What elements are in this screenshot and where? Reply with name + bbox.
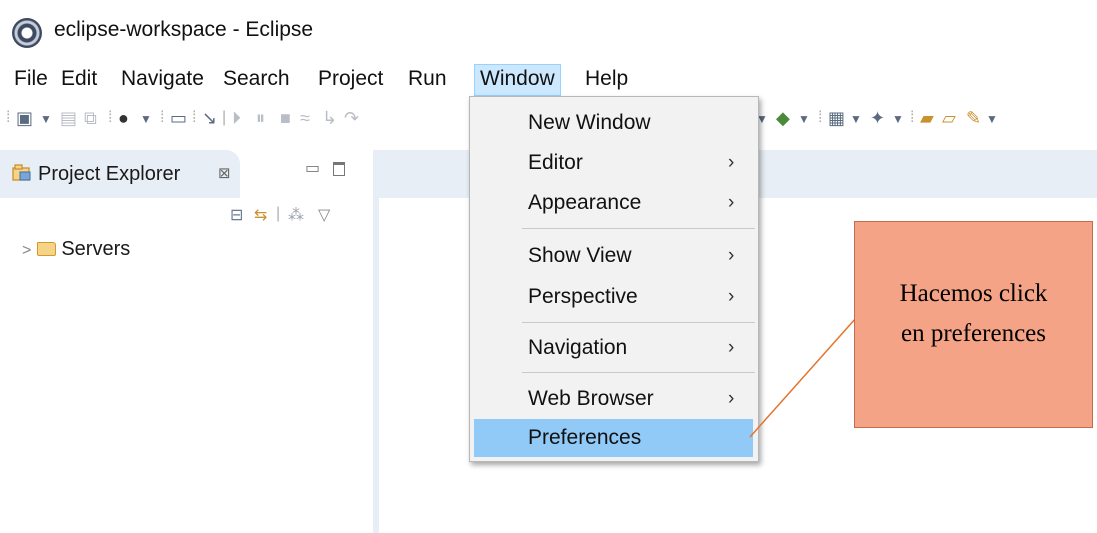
title-bar: eclipse-workspace - Eclipse <box>0 0 1097 62</box>
toolbar-separator: | <box>222 109 227 126</box>
debug-icon[interactable]: ◆ <box>776 108 790 129</box>
menu-navigate[interactable]: Navigate <box>116 64 209 94</box>
step-into-icon[interactable]: ↳ <box>322 108 337 129</box>
menu-item-appearance[interactable]: Appearance › <box>470 184 758 222</box>
folder-icon <box>37 241 57 256</box>
save-icon[interactable]: ▤ <box>60 108 77 129</box>
project-explorer-header: Project Explorer ⊠ ▭ <box>0 150 373 198</box>
callout-line-1: Hacemos click <box>899 280 1048 307</box>
chevron-right-icon: › <box>728 388 735 409</box>
menu-help[interactable]: Help <box>580 64 633 94</box>
chevron-right-icon: › <box>728 286 735 307</box>
maximize-icon[interactable] <box>333 162 345 176</box>
menu-project[interactable]: Project <box>313 64 388 94</box>
terminate-icon[interactable]: ■ <box>280 108 291 129</box>
save-all-icon[interactable]: ⧉ <box>84 108 97 129</box>
suspend-icon[interactable]: ⏸ <box>256 108 265 129</box>
menu-item-show-view[interactable]: Show View › <box>470 237 758 275</box>
menu-separator <box>522 228 755 229</box>
toolbar-separator: ⁞ <box>6 109 11 126</box>
menu-file[interactable]: File <box>9 64 53 94</box>
open-folder-icon[interactable]: ▰ <box>920 108 934 129</box>
breakpoint-icon[interactable]: ↘ <box>202 108 217 129</box>
new-server-icon[interactable]: ▦ <box>828 108 845 129</box>
menu-window[interactable]: Window <box>474 64 561 96</box>
eclipse-logo-icon <box>12 18 42 48</box>
pane-divider[interactable] <box>373 150 379 533</box>
chevron-right-icon: › <box>728 192 735 213</box>
chevron-right-icon[interactable]: > <box>22 242 31 259</box>
collapse-all-icon[interactable]: ⊟ <box>230 205 243 225</box>
annotation-callout: Hacemos click en preferences <box>854 221 1093 428</box>
callout-line-2: en preferences <box>900 320 1047 347</box>
menu-run[interactable]: Run <box>403 64 452 94</box>
view-menu-icon[interactable]: ▽ <box>318 205 330 225</box>
menu-item-perspective[interactable]: Perspective › <box>470 278 758 316</box>
console-icon[interactable]: ▭ <box>170 108 187 129</box>
chevron-right-icon: › <box>728 245 735 266</box>
tree-item-label: Servers <box>61 238 131 260</box>
toolbar-separator: ⁞ <box>818 109 823 126</box>
chevron-right-icon: › <box>728 337 735 358</box>
menu-bar: File Edit Navigate Search Project Run Wi… <box>0 62 1097 96</box>
toolbar-separator: ⁞ <box>192 109 197 126</box>
callout-text: Hacemos click en preferences <box>855 274 1092 354</box>
toolbar-separator: ⁞ <box>910 109 915 126</box>
project-explorer-icon <box>12 164 31 181</box>
step-over-icon[interactable]: ↷ <box>344 108 359 129</box>
new-project-icon[interactable]: ✦ <box>870 108 885 129</box>
menu-item-navigation[interactable]: Navigation › <box>470 329 758 367</box>
resume-icon[interactable]: ⏵ <box>232 108 241 129</box>
menu-separator <box>522 372 755 373</box>
pin-icon[interactable]: ✎ <box>966 108 981 129</box>
run-dropdown-icon[interactable]: ▼ <box>140 112 152 126</box>
tab-project-explorer[interactable]: Project Explorer ⊠ <box>0 150 240 198</box>
window-menu-dropdown: New Window Editor › Appearance › Show Vi… <box>469 96 759 462</box>
server-dropdown-icon[interactable]: ▼ <box>850 112 862 126</box>
menu-item-editor[interactable]: Editor › <box>470 144 758 182</box>
menu-search[interactable]: Search <box>218 64 295 94</box>
chevron-right-icon: › <box>728 152 735 173</box>
new-dropdown-icon[interactable]: ▼ <box>40 112 52 126</box>
filter-icon[interactable]: ⁂ <box>288 205 304 225</box>
minimize-icon[interactable]: ▭ <box>305 158 320 178</box>
toolbar-separator: ⁞ <box>108 109 113 126</box>
link-with-editor-icon[interactable]: ⇆ <box>254 205 267 225</box>
open-perspective-icon[interactable]: ▱ <box>942 108 956 129</box>
toolbar-separator: ⁞ <box>160 109 165 126</box>
menu-item-preferences[interactable]: Preferences <box>474 419 753 457</box>
menu-item-new-window[interactable]: New Window <box>470 104 758 142</box>
new-icon[interactable]: ▣ <box>16 108 33 129</box>
tree-item-servers[interactable]: > Servers <box>22 238 130 261</box>
disconnect-icon[interactable]: ≈ <box>300 108 310 129</box>
pin-dropdown-icon[interactable]: ▼ <box>986 112 998 126</box>
window-title: eclipse-workspace - Eclipse <box>54 18 314 41</box>
menu-separator <box>522 322 755 323</box>
close-icon[interactable]: ⊠ <box>218 164 231 182</box>
menu-edit[interactable]: Edit <box>56 64 102 94</box>
run-icon[interactable]: ● <box>118 108 129 129</box>
project-explorer-title: Project Explorer <box>38 163 181 185</box>
menu-item-web-browser[interactable]: Web Browser › <box>470 380 758 418</box>
debug-dropdown-icon[interactable]: ▼ <box>798 112 810 126</box>
project-dropdown-icon[interactable]: ▼ <box>892 112 904 126</box>
toolbar-separator: | <box>276 205 281 222</box>
